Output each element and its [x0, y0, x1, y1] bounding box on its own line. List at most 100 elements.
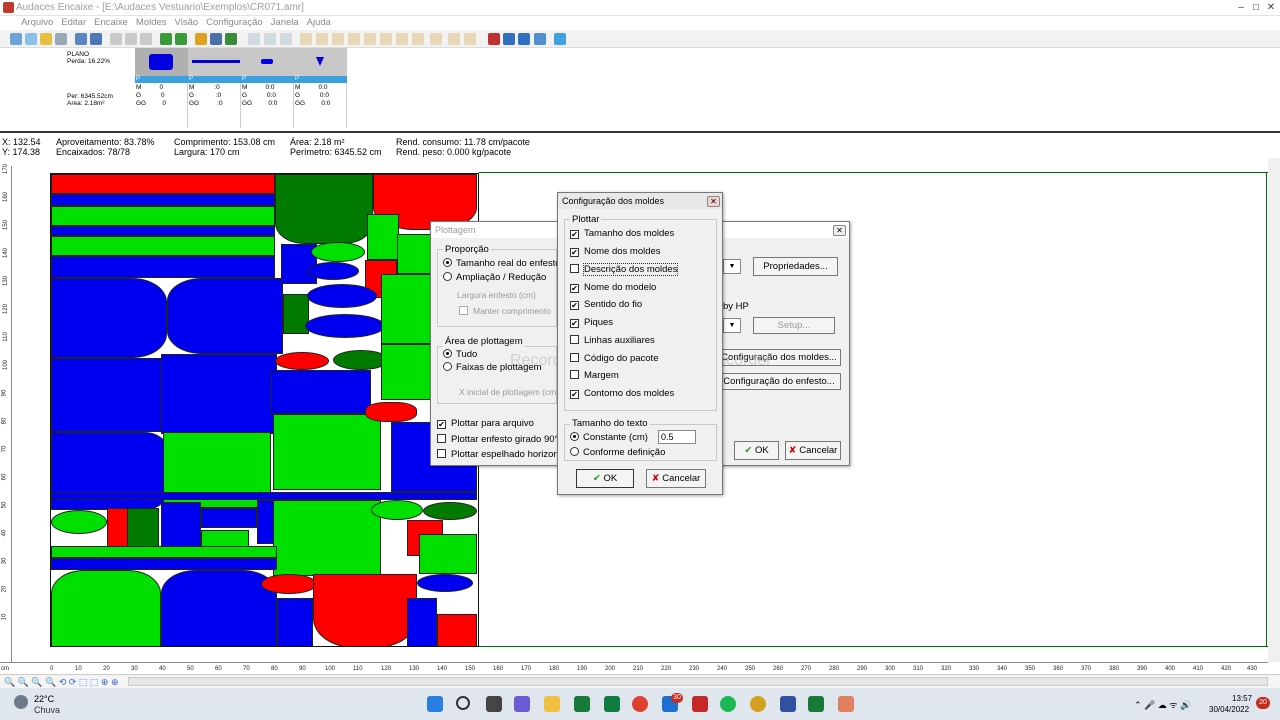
pattern-piece[interactable]	[437, 614, 477, 646]
pattern-piece[interactable]	[161, 354, 277, 434]
config-enfesto-button[interactable]: Configuração do enfesto...	[717, 373, 841, 390]
menu-arquivo[interactable]: Arquivo	[17, 16, 57, 30]
window-icon[interactable]	[534, 33, 546, 45]
pattern-piece[interactable]	[161, 570, 277, 646]
app-icon[interactable]	[750, 696, 766, 712]
pattern-piece[interactable]	[51, 256, 275, 278]
new-doc-icon[interactable]	[25, 33, 37, 45]
pattern-piece[interactable]	[275, 352, 329, 370]
arrange-icon[interactable]	[348, 33, 360, 45]
pattern-piece[interactable]	[51, 358, 167, 432]
piece-cell[interactable]: P M 0:0 G 0:0 GG 0:0	[241, 48, 294, 128]
check-icon[interactable]	[225, 33, 237, 45]
pattern-piece[interactable]	[275, 174, 373, 244]
opt-descricao-moldes[interactable]: Descrição dos moldes	[570, 263, 679, 276]
setup-button[interactable]: Setup...	[753, 317, 835, 334]
tool-icon[interactable]	[518, 33, 530, 45]
move-icon[interactable]	[430, 33, 442, 45]
piece-cell[interactable]: P M :0 G :0 GG :0	[188, 48, 241, 128]
pattern-piece[interactable]	[417, 574, 473, 592]
constante-input[interactable]: 0.5	[658, 430, 696, 444]
chrome-icon[interactable]	[632, 696, 648, 712]
pattern-piece[interactable]	[367, 214, 399, 260]
arrange-icon[interactable]	[364, 33, 376, 45]
menu-moldes[interactable]: Moldes	[132, 16, 171, 30]
pattern-piece[interactable]	[51, 570, 161, 646]
menu-visao[interactable]: Visão	[171, 16, 203, 30]
copy-icon[interactable]	[125, 33, 137, 45]
move-icon[interactable]	[448, 33, 460, 45]
plottar-espelhado-checkbox[interactable]: Plottar espelhado horizontal	[437, 448, 569, 461]
minimize-button[interactable]: –	[1236, 3, 1246, 13]
save-icon[interactable]	[55, 33, 67, 45]
audaces-icon[interactable]	[838, 696, 854, 712]
help-icon[interactable]	[554, 33, 566, 45]
menu-configuracao[interactable]: Configuração	[202, 16, 267, 30]
spotify-icon[interactable]	[720, 696, 736, 712]
pattern-piece[interactable]	[419, 534, 477, 574]
menu-editar[interactable]: Editar	[57, 16, 90, 30]
marker-layout[interactable]	[50, 173, 479, 647]
close-icon[interactable]: ✕	[833, 225, 846, 236]
opt-margem[interactable]: Margem	[570, 369, 619, 382]
model-select[interactable]: ▼	[723, 318, 741, 333]
menu-janela[interactable]: Janela	[267, 16, 303, 30]
opt-sentido-fio[interactable]: ✔ Sentido do fio	[570, 298, 642, 311]
pattern-piece[interactable]	[51, 206, 275, 226]
zoom-tools[interactable]: 🔍 🔍 🔍 🔍 ⟲ ⟳ ⬚ ⬚ ⊕ ⊕	[4, 677, 119, 688]
pattern-piece[interactable]	[365, 402, 417, 422]
teams-icon[interactable]	[514, 696, 530, 712]
cut-icon[interactable]	[110, 33, 122, 45]
opt-contorno-moldes[interactable]: ✔ Contorno dos moldes	[570, 387, 674, 400]
opt-tamanho-moldes[interactable]: ✔ Tamanho dos moldes	[570, 227, 674, 240]
menu-encaixe[interactable]: Encaixe	[90, 16, 132, 30]
start-icon[interactable]	[427, 696, 443, 712]
delete-icon[interactable]	[488, 33, 500, 45]
maximize-button[interactable]: □	[1251, 3, 1261, 13]
pattern-piece[interactable]	[167, 278, 283, 354]
close-icon[interactable]: ✕	[707, 196, 720, 207]
opt-codigo-pacote[interactable]: Código do pacote	[570, 352, 658, 365]
align-icon[interactable]	[248, 33, 260, 45]
weather-icon[interactable]	[14, 695, 28, 709]
horizontal-scrollbar[interactable]	[128, 677, 1268, 686]
propriedades-button[interactable]: Propriedades...	[753, 257, 838, 276]
redo-icon[interactable]	[175, 33, 187, 45]
new-file-icon[interactable]	[10, 33, 22, 45]
recorder-icon[interactable]	[692, 696, 708, 712]
pattern-piece[interactable]	[277, 598, 313, 646]
undo-icon[interactable]	[160, 33, 172, 45]
pattern-piece[interactable]	[313, 574, 417, 646]
pattern-piece[interactable]	[273, 500, 381, 576]
menu-ajuda[interactable]: Ajuda	[303, 16, 335, 30]
vertical-scrollbar[interactable]	[1268, 158, 1280, 662]
paste-icon[interactable]	[140, 33, 152, 45]
ampliacao-radio[interactable]: Ampliação / Redução	[443, 271, 546, 284]
cancelar-button[interactable]: ✘ Cancelar	[785, 441, 841, 460]
pattern-piece[interactable]	[271, 370, 371, 414]
pattern-piece[interactable]	[51, 492, 477, 500]
app-icon[interactable]	[780, 696, 796, 712]
close-button[interactable]: ✕	[1266, 3, 1276, 13]
pattern-piece[interactable]	[201, 508, 257, 528]
opt-piques[interactable]: ✔ Piques	[570, 316, 613, 329]
pattern-piece[interactable]	[307, 262, 359, 280]
move-icon[interactable]	[396, 33, 408, 45]
arrange-icon[interactable]	[332, 33, 344, 45]
explorer-icon[interactable]	[544, 696, 560, 712]
tool-icon[interactable]	[503, 33, 515, 45]
notification-badge[interactable]: 20	[1256, 697, 1270, 709]
ok-button[interactable]: ✔ OK	[734, 441, 779, 460]
pattern-piece[interactable]	[51, 194, 275, 206]
pattern-piece[interactable]	[51, 236, 275, 256]
excel-icon[interactable]	[808, 696, 824, 712]
pattern-piece[interactable]	[127, 508, 159, 548]
pattern-piece[interactable]	[407, 598, 437, 646]
manter-comprimento-checkbox[interactable]: Manter comprimento	[459, 305, 551, 318]
largura-enfesto-field[interactable]: Largura enfesto (cm)	[457, 289, 536, 302]
opt-nome-modelo[interactable]: ✔ Nome do modelo	[570, 281, 656, 294]
printer-select[interactable]: ▼	[723, 259, 741, 274]
constante-radio[interactable]: Constante (cm)	[570, 431, 648, 444]
move-icon[interactable]	[380, 33, 392, 45]
pattern-piece[interactable]	[51, 174, 275, 194]
